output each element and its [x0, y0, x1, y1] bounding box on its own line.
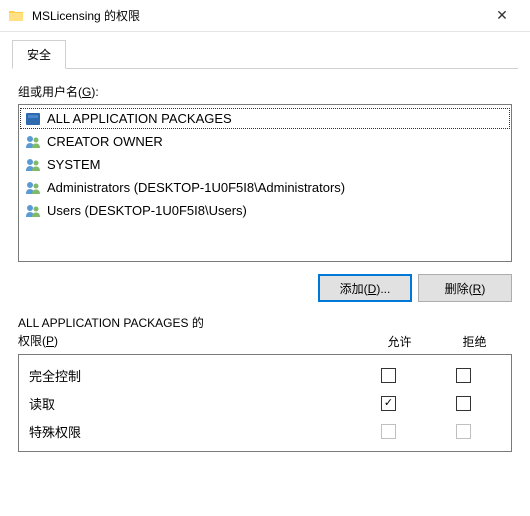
permission-row: 读取 ✓ — [19, 389, 511, 417]
add-button[interactable]: 添加(D)... — [318, 274, 412, 302]
remove-button[interactable]: 删除(R) — [418, 274, 512, 302]
users-icon — [25, 180, 41, 196]
deny-checkbox[interactable] — [456, 368, 471, 383]
window-title: MSLicensing 的权限 — [32, 7, 482, 24]
allow-checkbox[interactable] — [381, 368, 396, 383]
package-icon — [25, 111, 41, 127]
tab-security[interactable]: 安全 — [12, 40, 66, 69]
users-icon — [25, 157, 41, 173]
group-or-user-label: 组或用户名(G): — [18, 83, 512, 100]
titlebar: MSLicensing 的权限 ✕ — [0, 0, 530, 32]
folder-icon — [8, 8, 24, 24]
users-icon — [25, 203, 41, 219]
list-item-label: ALL APPLICATION PACKAGES — [47, 111, 232, 126]
list-item[interactable]: ALL APPLICATION PACKAGES — [19, 107, 511, 130]
list-item-label: Users (DESKTOP-1U0F5I8\Users) — [47, 203, 247, 218]
list-item[interactable]: Users (DESKTOP-1U0F5I8\Users) — [19, 199, 511, 222]
permissions-listbox: 完全控制读取 ✓ 特殊权限 — [18, 354, 512, 452]
permission-row: 特殊权限 — [19, 417, 511, 445]
permission-name: 读取 — [29, 394, 351, 413]
deny-header: 拒绝 — [437, 333, 512, 350]
list-item[interactable]: Administrators (DESKTOP-1U0F5I8\Administ… — [19, 176, 511, 199]
permissions-title: ALL APPLICATION PACKAGES 的 权限(P) — [18, 314, 362, 350]
permissions-header: ALL APPLICATION PACKAGES 的 权限(P) 允许 拒绝 — [18, 314, 512, 350]
close-button[interactable]: ✕ — [482, 7, 522, 24]
principals-listbox[interactable]: ALL APPLICATION PACKAGES CREATOR OWNER SYS… — [18, 104, 512, 262]
button-row: 添加(D)... 删除(R) — [18, 274, 512, 302]
deny-checkbox — [456, 424, 471, 439]
list-item[interactable]: CREATOR OWNER — [19, 130, 511, 153]
list-item[interactable]: SYSTEM — [19, 153, 511, 176]
users-icon — [25, 134, 41, 150]
permission-name: 完全控制 — [29, 366, 351, 385]
permission-row: 完全控制 — [19, 361, 511, 389]
list-item-label: Administrators (DESKTOP-1U0F5I8\Administ… — [47, 180, 345, 195]
tabs: 安全 — [12, 40, 518, 69]
list-item-label: SYSTEM — [47, 157, 100, 172]
deny-checkbox[interactable] — [456, 396, 471, 411]
allow-header: 允许 — [362, 333, 437, 350]
list-item-label: CREATOR OWNER — [47, 134, 163, 149]
permission-name: 特殊权限 — [29, 422, 351, 441]
allow-checkbox — [381, 424, 396, 439]
allow-checkbox[interactable]: ✓ — [381, 396, 396, 411]
